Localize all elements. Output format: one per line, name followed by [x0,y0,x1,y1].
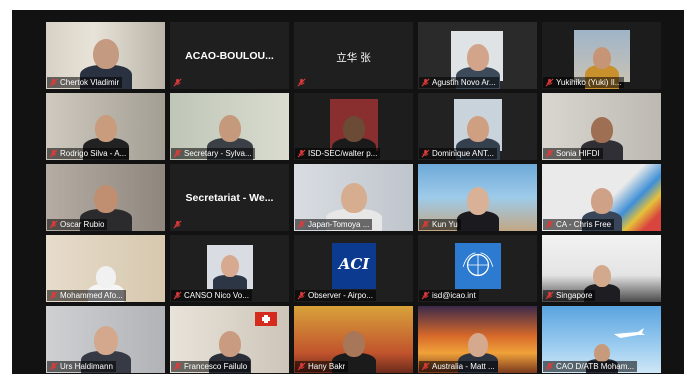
mic-muted-icon [297,220,306,229]
participant-tile[interactable]: Australia - Matt ... [418,306,537,373]
mic-muted-icon [173,291,182,300]
participant-tile[interactable]: Mohammed Afo... [46,235,165,302]
mic-muted-icon [545,291,554,300]
participant-name-label: Australia - Matt ... [419,361,498,372]
participant-tile[interactable]: Francesco Failulo [170,306,289,373]
participant-tile[interactable]: Secretary - Sylva... [170,93,289,160]
participant-tile[interactable]: ISD-SEC/walter p... [294,93,413,160]
participant-name-label: ISD-SEC/walter p... [295,148,381,159]
participant-tile[interactable]: isd@icao.int [418,235,537,302]
mic-muted-icon [49,78,58,87]
participant-name-label: Rodrigo Silva - A... [47,148,130,159]
participant-name-label: Mohammed Afo... [47,290,126,301]
mic-muted-icon [545,220,554,229]
participant-tile-active-speaker[interactable]: CAO D/ATB Moham... [542,306,661,373]
participant-tile[interactable]: Rodrigo Silva - A... [46,93,165,160]
aci-logo: ACI [338,255,370,273]
mic-muted-icon [173,149,182,158]
participant-name-label: Dominique ANT... [419,148,497,159]
participant-tile[interactable]: Hany Bakr [294,306,413,373]
participant-tile[interactable]: ACI Observer - Airpo... [294,235,413,302]
participant-name-label: Observer - Airpo... [295,290,376,301]
participant-tile[interactable]: Singapore [542,235,661,302]
participant-name-label: CAO D/ATB Moham... [543,361,638,372]
mic-muted-icon [49,220,58,229]
mic-muted-icon [297,149,306,158]
participant-name-label: Agustin Novo Ar... [419,77,499,88]
participant-name-label: CANSO Nico Vo... [171,290,252,301]
mic-muted-icon [173,78,182,87]
participant-tile[interactable]: Sonia HIFDI [542,93,661,160]
participant-name-label: Hany Bakr [295,361,349,372]
mic-muted-icon [545,78,554,87]
participant-name-label: Secretary - Sylva... [171,148,255,159]
participant-tile[interactable]: Dominique ANT... [418,93,537,160]
participant-tile[interactable]: Oscar Rubio [46,164,165,231]
participant-name: 立华 张 [336,52,371,64]
participant-tile[interactable]: Agustin Novo Ar... [418,22,537,89]
mic-muted-icon [49,149,58,158]
mic-muted-icon [545,362,554,371]
mic-muted-icon [173,220,182,229]
mic-muted-icon [297,291,306,300]
mic-muted-icon [297,362,306,371]
mic-muted-icon [421,220,430,229]
participant-name-label: Kun Yu [419,219,461,230]
flag-icon [255,312,277,326]
participant-name-label: Singapore [543,290,596,301]
participant-name: Secretariat - We... [185,192,274,204]
participant-tile[interactable]: Secretariat - We... [170,164,289,231]
participant-name-label: Sonia HIFDI [543,148,603,159]
mic-muted-icon [173,362,182,371]
mic-muted-icon [421,149,430,158]
participant-name-label: Chertok Vladimir [47,77,123,88]
participant-tile[interactable]: Kun Yu [418,164,537,231]
participant-name-label: Francesco Failulo [171,361,251,372]
participant-name-label: Yukihiko (Yuki) Il... [543,77,625,88]
participant-tile[interactable]: Japan-Tomoya ... [294,164,413,231]
participant-name-label: Oscar Rubio [47,219,108,230]
video-conference-window: Chertok Vladimir ACAO-BOULOU... 立华 张 Agu… [12,10,684,374]
participant-tile[interactable]: CANSO Nico Vo... [170,235,289,302]
icao-emblem-icon [462,252,493,277]
participant-tile[interactable]: ACAO-BOULOU... [170,22,289,89]
mic-muted-icon [421,362,430,371]
mic-muted-icon [49,362,58,371]
mic-muted-icon [545,149,554,158]
participant-grid: Chertok Vladimir ACAO-BOULOU... 立华 张 Agu… [46,22,661,373]
participant-name-label: CA - Chris Free [543,219,615,230]
participant-name: ACAO-BOULOU... [185,50,274,62]
mic-muted-icon [49,291,58,300]
participant-tile[interactable]: CA - Chris Free [542,164,661,231]
participant-tile[interactable]: Urs Haldimann [46,306,165,373]
mic-muted-icon [421,78,430,87]
mic-muted-icon [297,78,306,87]
participant-name-label: isd@icao.int [419,290,479,301]
participant-tile[interactable]: Yukihiko (Yuki) Il... [542,22,661,89]
participant-name-label: Urs Haldimann [47,361,116,372]
participant-name-label: Japan-Tomoya ... [295,219,373,230]
mic-muted-icon [421,291,430,300]
participant-tile[interactable]: 立华 张 [294,22,413,89]
participant-tile[interactable]: Chertok Vladimir [46,22,165,89]
